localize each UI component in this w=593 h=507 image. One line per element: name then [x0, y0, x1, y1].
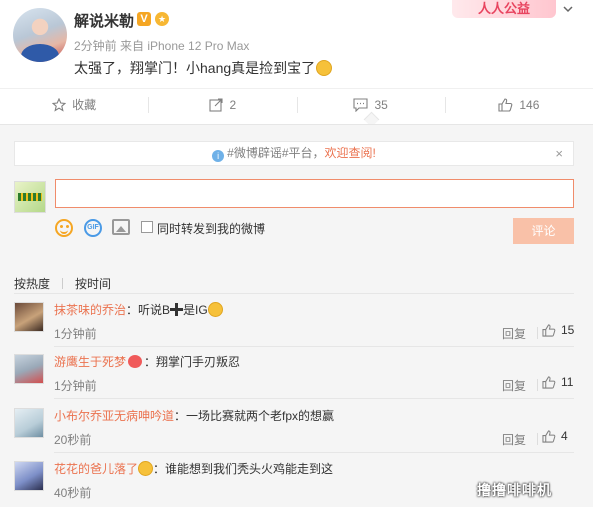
commenter-avatar[interactable] — [14, 408, 44, 438]
doge-emoji-icon — [207, 302, 223, 317]
comment-text: 抹茶味的乔治：听说B 是IG — [54, 302, 574, 318]
commenter-name[interactable]: 游鹰生于死梦 — [54, 355, 126, 369]
sort-by-time-tab[interactable]: 按时间 — [75, 275, 111, 292]
post-meta: 2分钟前 来自 iPhone 12 Pro Max — [74, 39, 250, 53]
comment-like-button[interactable]: 4 — [542, 429, 568, 443]
divider — [54, 398, 574, 399]
divider — [54, 452, 574, 453]
comment-content: ：一场比赛就两个老fpx的想赢 — [174, 409, 335, 423]
sort-divider — [62, 278, 64, 289]
post-username[interactable]: 解说米勒 — [74, 10, 134, 31]
post-text: 太强了，翔掌门！小hang真是捡到宝了 — [74, 58, 333, 78]
comment-content: ：谁能想到我们秃头火鸡能走到这 — [153, 462, 334, 476]
thumbs-up-icon — [542, 323, 556, 337]
comment-text: 花花的爸儿落了 ：谁能想到我们秃头火鸡能走到这 — [54, 461, 574, 477]
commenter-name[interactable]: 抹茶味的乔治 — [54, 303, 126, 317]
comment-like-count: 4 — [561, 429, 568, 443]
comment-sort-bar: 按热度 按时间 — [14, 275, 111, 292]
verified-badge-icon: V — [137, 12, 151, 26]
divider — [54, 346, 574, 347]
post-action-bar: 收藏 2 35 146 — [0, 88, 593, 120]
comment-like-count: 11 — [561, 375, 574, 389]
repost-button[interactable]: 2 — [148, 89, 296, 120]
comment-section: i #微博辟谣#平台，欢迎查阅! × GIF 同时转发到我的微博 评论 按热度 按时… — [0, 124, 593, 507]
post-card: 解说米勒 V ★ 人人公益 2分钟前 来自 iPhone 12 Pro Max … — [0, 0, 593, 88]
star-icon — [52, 97, 67, 112]
commenter-name[interactable]: 小布尔乔亚无病呻吟道 — [54, 409, 174, 423]
crying-emoji-icon — [138, 461, 154, 476]
comment-text: 游鹰生于死梦 ：翔掌门手刃叛忍 — [54, 354, 574, 370]
post-text-content: 太强了，翔掌门！小hang真是捡到宝了 — [74, 60, 316, 76]
cross-emoji-icon — [170, 303, 184, 316]
sort-by-hot-tab[interactable]: 按热度 — [14, 275, 50, 292]
emoji-picker-icon[interactable] — [55, 219, 73, 237]
submit-comment-button[interactable]: 评论 — [513, 218, 574, 244]
comment-count: 35 — [374, 97, 388, 112]
user-avatar[interactable] — [13, 8, 67, 62]
favorite-label: 收藏 — [72, 98, 97, 112]
comment-button[interactable]: 35 — [296, 89, 445, 120]
comment-like-button[interactable]: 11 — [542, 375, 573, 389]
vip-badge-icon — [128, 355, 143, 368]
like-button[interactable]: 146 — [444, 89, 593, 120]
my-avatar — [14, 181, 46, 213]
notice-link[interactable]: 欢迎查阅! — [325, 146, 376, 160]
commenter-name[interactable]: 花花的爸儿落了 — [54, 462, 138, 476]
repost-icon — [208, 97, 223, 112]
comment-time: 40秒前 — [54, 486, 92, 500]
doge-emoji-icon — [316, 60, 333, 76]
member-badge-icon: ★ — [155, 12, 169, 26]
gif-icon[interactable]: GIF — [84, 219, 102, 237]
chevron-down-icon[interactable] — [563, 4, 573, 14]
rumor-notice-banner[interactable]: i #微博辟谣#平台，欢迎查阅! × — [14, 141, 574, 166]
repost-checkbox-label[interactable]: 同时转发到我的微博 — [157, 220, 265, 237]
commenter-avatar[interactable] — [14, 354, 44, 384]
reply-button[interactable]: 回复 — [502, 377, 539, 394]
public-welfare-badge[interactable]: 人人公益 — [452, 0, 556, 18]
comment-content: ：听说B — [126, 303, 171, 317]
watermark: 撸撸啡啡机 — [477, 482, 552, 498]
thumbs-up-icon — [498, 97, 513, 112]
notice-text: #微博辟谣#平台， — [227, 146, 325, 160]
reply-button[interactable]: 回复 — [502, 431, 539, 448]
comment-like-count: 15 — [561, 323, 575, 337]
repost-count: 2 — [229, 97, 237, 112]
image-upload-icon[interactable] — [112, 219, 130, 235]
reply-button[interactable]: 回复 — [502, 325, 539, 342]
thumbs-up-icon — [542, 429, 556, 443]
comment-text: 小布尔乔亚无病呻吟道：一场比赛就两个老fpx的想赢 — [54, 408, 574, 424]
comment-icon — [353, 97, 368, 112]
comment-content: ：翔掌门手刃叛忍 — [144, 355, 241, 369]
info-icon: i — [212, 150, 225, 162]
favorite-button[interactable]: 收藏 — [0, 89, 148, 120]
comment-time: 1分钟前 — [54, 327, 97, 341]
comment-input[interactable] — [55, 179, 574, 208]
commenter-avatar[interactable] — [14, 461, 44, 491]
comment-like-button[interactable]: 15 — [542, 323, 574, 337]
commenter-avatar[interactable] — [14, 302, 44, 332]
comment-content: 是IG — [183, 303, 208, 317]
divider — [14, 293, 574, 294]
close-icon[interactable]: × — [555, 142, 563, 165]
like-count: 146 — [519, 97, 540, 112]
repost-checkbox[interactable] — [141, 221, 153, 233]
comment-time: 20秒前 — [54, 433, 92, 447]
comment-time: 1分钟前 — [54, 379, 97, 393]
thumbs-up-icon — [542, 375, 556, 389]
